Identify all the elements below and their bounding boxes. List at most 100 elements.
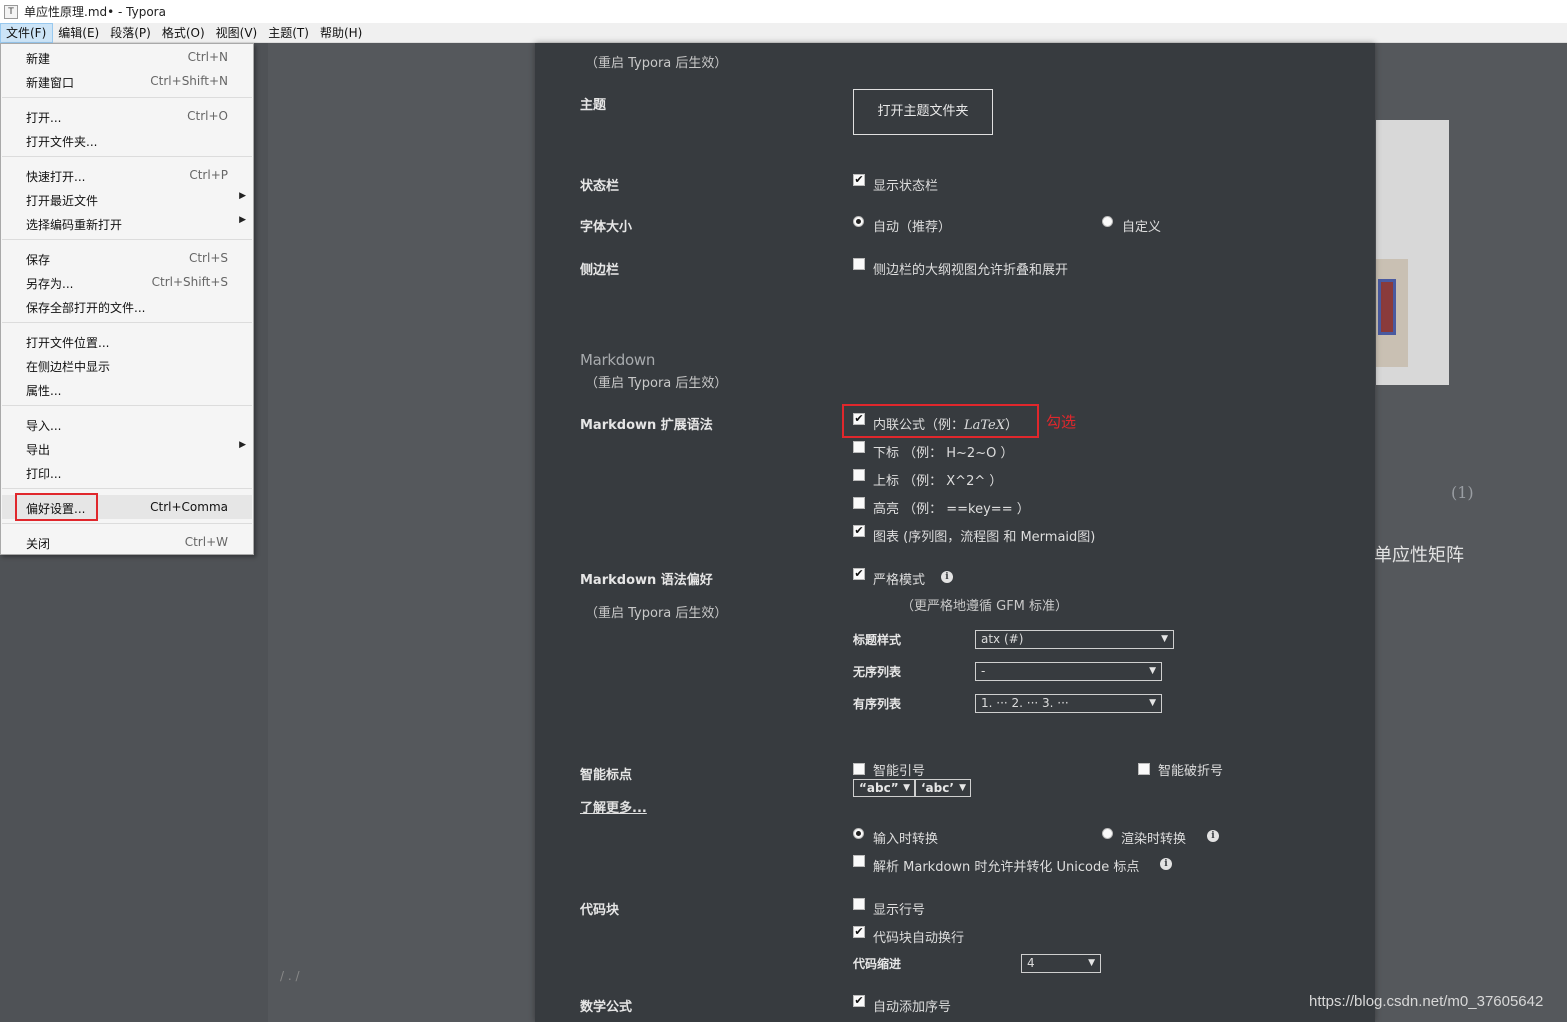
convert-on-input-radio[interactable] — [853, 828, 864, 839]
menu-separator — [2, 97, 252, 98]
learn-more-link[interactable]: 了解更多... — [580, 797, 647, 816]
menu-item-save-all[interactable]: 保存全部打开的文件... — [2, 294, 252, 318]
menu-item-save[interactable]: 保存 Ctrl+S — [2, 246, 252, 270]
menu-view[interactable]: 视图(V) — [211, 23, 264, 43]
font-size-label: 字体大小 — [580, 220, 633, 235]
csdn-watermark: https://blog.csdn.net/m0_37605642 — [1309, 993, 1544, 1010]
font-size-auto-radio[interactable] — [853, 216, 864, 227]
strict-mode-note: （更严格地遵循 GFM 标准） — [901, 599, 1069, 614]
menu-item-reveal-in-sidebar[interactable]: 在侧边栏中显示 — [2, 353, 252, 377]
single-quote-select[interactable]: ‘abc’ ▼ — [915, 779, 971, 797]
typora-app-icon: T — [4, 4, 18, 19]
submenu-arrow-icon: ▶ — [239, 440, 246, 450]
unordered-list-select[interactable]: - ▼ — [975, 662, 1162, 681]
unicode-info-icon[interactable]: i — [1160, 858, 1172, 870]
font-size-auto-label: 自动（推荐） — [873, 220, 952, 235]
code-block-label: 代码块 — [580, 903, 620, 918]
markdown-restart-note: （重启 Typora 后生效） — [585, 376, 728, 391]
superscript-checkbox[interactable] — [853, 469, 865, 481]
sidebar-label: 侧边栏 — [580, 263, 620, 278]
chevron-down-icon: ▼ — [1088, 958, 1095, 968]
menu-item-reopen-encoding[interactable]: 选择编码重新打开 ▶ — [2, 211, 252, 235]
strict-mode-info-icon[interactable]: i — [941, 571, 953, 583]
menu-separator — [2, 405, 252, 406]
subscript-label: 下标 （例： H~2~O ） — [873, 446, 1014, 461]
line-numbers-checkbox[interactable] — [853, 898, 865, 910]
restart-note: （重启 Typora 后生效） — [585, 56, 728, 71]
code-wrap-checkbox[interactable]: ✔ — [853, 926, 865, 938]
syntax-extension-label: Markdown 扩展语法 — [580, 418, 713, 433]
menu-file[interactable]: 文件(F) — [0, 22, 54, 43]
menu-bar: 文件(F) 编辑(E) 段落(P) 格式(O) 视图(V) 主题(T) 帮助(H… — [0, 22, 1567, 43]
strict-mode-label: 严格模式 — [873, 573, 926, 588]
menu-separator — [2, 322, 252, 323]
menu-edit[interactable]: 编辑(E) — [53, 23, 105, 43]
status-bar-option-label: 显示状态栏 — [873, 179, 939, 194]
chevron-down-icon: ▼ — [1149, 666, 1156, 676]
sidebar-outline-checkbox[interactable] — [853, 258, 865, 270]
submenu-arrow-icon: ▶ — [239, 215, 246, 225]
heading-style-label: 标题样式 — [853, 633, 902, 647]
menu-separator — [2, 156, 252, 157]
code-wrap-label: 代码块自动换行 — [873, 931, 965, 946]
smart-quotes-label: 智能引号 — [873, 764, 926, 779]
menu-help[interactable]: 帮助(H) — [315, 23, 368, 43]
font-size-custom-label: 自定义 — [1122, 220, 1162, 235]
submenu-arrow-icon: ▶ — [239, 191, 246, 201]
chevron-down-icon: ▼ — [1161, 634, 1168, 644]
annotation-check-label: 勾选 — [1046, 413, 1077, 431]
subscript-checkbox[interactable] — [853, 441, 865, 453]
chevron-down-icon: ▼ — [1149, 698, 1156, 708]
smart-dashes-checkbox[interactable] — [1138, 763, 1150, 775]
equation-number: (1) — [1451, 483, 1474, 502]
syntax-preference-label: Markdown 语法偏好 — [580, 573, 713, 588]
convert-info-icon[interactable]: i — [1207, 830, 1219, 842]
strict-mode-checkbox[interactable]: ✔ — [853, 568, 865, 580]
unicode-punct-checkbox[interactable] — [853, 855, 865, 867]
menu-item-open-recent[interactable]: 打开最近文件 ▶ — [2, 187, 252, 211]
heading-style-select[interactable]: atx (#) ▼ — [975, 630, 1174, 649]
status-bar-label: 状态栏 — [580, 179, 620, 194]
diagrams-checkbox[interactable]: ✔ — [853, 525, 865, 537]
document-heading: 单应性矩阵 — [1374, 545, 1464, 566]
menu-theme[interactable]: 主题(T) — [263, 23, 315, 43]
inline-math-label: 内联公式（例：LaTeX） — [873, 418, 1019, 433]
menu-item-quick-open[interactable]: 快速打开... Ctrl+P — [2, 163, 252, 187]
menu-item-new-window[interactable]: 新建窗口 Ctrl+Shift+N — [2, 69, 252, 93]
menu-format[interactable]: 格式(O) — [157, 23, 211, 43]
smart-quotes-checkbox[interactable] — [853, 763, 865, 775]
convert-on-render-radio[interactable] — [1102, 828, 1113, 839]
menu-item-export[interactable]: 导出 ▶ — [2, 436, 252, 460]
menu-item-print[interactable]: 打印... — [2, 460, 252, 484]
menu-item-import[interactable]: 导入... — [2, 412, 252, 436]
sidebar-outline-label: 侧边栏的大纲视图允许折叠和展开 — [873, 263, 1069, 278]
inline-math-checkbox[interactable]: ✔ — [853, 413, 865, 425]
status-bar-checkbox[interactable]: ✔ — [853, 174, 865, 186]
window-title: 单应性原理.md• - Typora — [24, 5, 166, 19]
math-auto-number-label: 自动添加序号 — [873, 1000, 952, 1015]
ordered-list-select[interactable]: 1. ··· 2. ··· 3. ··· ▼ — [975, 694, 1162, 713]
menu-item-save-as[interactable]: 另存为... Ctrl+Shift+S — [2, 270, 252, 294]
document-image — [1376, 120, 1449, 385]
diagrams-label: 图表 (序列图，流程图 和 Mermaid图) — [873, 530, 1096, 545]
document-footer-text: / . / — [280, 969, 300, 983]
convert-on-input-label: 输入时转换 — [873, 832, 939, 847]
menu-item-open-file-location[interactable]: 打开文件位置... — [2, 329, 252, 353]
menu-item-open[interactable]: 打开... Ctrl+O — [2, 104, 252, 128]
code-indent-select[interactable]: 4 ▼ — [1021, 954, 1101, 973]
double-quote-select[interactable]: “abc” ▼ — [853, 779, 915, 797]
code-indent-label: 代码缩进 — [853, 957, 902, 971]
open-theme-folder-button[interactable]: 打开主题文件夹 — [853, 89, 993, 135]
title-bar: T 单应性原理.md• - Typora — [0, 0, 1567, 23]
menu-paragraph[interactable]: 段落(P) — [105, 23, 157, 43]
menu-item-new[interactable]: 新建 Ctrl+N — [2, 45, 252, 69]
font-size-custom-radio[interactable] — [1102, 216, 1113, 227]
menu-item-properties[interactable]: 属性... — [2, 377, 252, 401]
highlight-checkbox[interactable] — [853, 497, 865, 509]
math-auto-number-checkbox[interactable]: ✔ — [853, 995, 865, 1007]
menu-separator — [2, 488, 252, 489]
menu-item-close[interactable]: 关闭 Ctrl+W — [2, 530, 252, 554]
menu-item-open-folder[interactable]: 打开文件夹... — [2, 128, 252, 152]
unicode-punct-label: 解析 Markdown 时允许并转化 Unicode 标点 — [873, 860, 1140, 875]
file-menu-dropdown: 新建 Ctrl+N 新建窗口 Ctrl+Shift+N 打开... Ctrl+O 打开… — [0, 43, 254, 555]
